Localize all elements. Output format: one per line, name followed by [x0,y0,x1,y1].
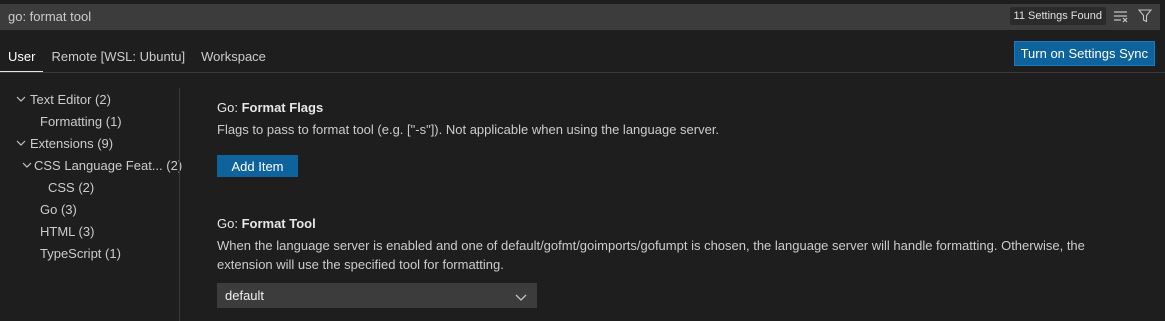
toc-item-label: Formatting (1) [40,113,122,129]
settings-scope-tabs: User Remote [WSL: Ubuntu] Workspace [0,44,274,72]
chevron-down-icon [22,160,32,170]
setting-category: Go: [217,100,242,115]
setting-title: Go: Format Tool [217,216,1117,231]
toc-item-go[interactable]: Go (3) [0,198,180,220]
toc-item-label: TypeScript (1) [40,245,121,261]
clear-filter-icon[interactable] [1112,7,1130,25]
toc-divider [179,88,180,321]
toc-item-text-editor[interactable]: Text Editor (2) [0,88,180,110]
toc-item-label: CSS (2) [48,179,95,195]
toc-item-label: CSS Language Feat... (2) [34,157,183,173]
search-actions: 11 Settings Found [1009,7,1154,25]
toc-item-label: Go (3) [40,201,77,217]
setting-description: When the language server is enabled and … [217,236,1117,274]
turn-on-settings-sync-button[interactable]: Turn on Settings Sync [1013,41,1155,66]
setting-key: Format Flags [241,100,324,115]
setting-format-flags: Go: Format Flags Flags to pass to format… [217,100,719,139]
setting-category: Go: [217,216,242,231]
setting-description-line: When the language server is enabled and … [217,238,1085,253]
toc-item-extensions[interactable]: Extensions (9) [0,132,180,154]
toc-item-html[interactable]: HTML (3) [0,220,180,242]
toc-item-label: Extensions (9) [30,135,114,151]
toc-item-typescript[interactable]: TypeScript (1) [0,242,180,264]
filter-icon[interactable] [1136,7,1154,25]
setting-description-line: extension will use the specified tool fo… [217,257,504,272]
results-count-badge: 11 Settings Found [1009,7,1106,25]
chevron-down-icon [515,290,527,305]
tabs-divider [0,72,1165,73]
toc-item-label: HTML (3) [40,223,95,239]
setting-description: Flags to pass to format tool (e.g. ["-s"… [217,122,720,137]
toc-item-label: Text Editor (2) [30,91,111,107]
setting-title: Go: Format Flags [217,100,719,115]
settings-search-bar[interactable]: go: format tool 11 Settings Found [0,4,1160,30]
chevron-down-icon [14,138,28,148]
setting-format-tool: Go: Format Tool When the language server… [217,216,1117,274]
toc-item-formatting[interactable]: Formatting (1) [0,110,180,132]
search-input[interactable]: go: format tool [8,9,91,24]
tab-user[interactable]: User [0,44,44,72]
add-item-button[interactable]: Add Item [217,155,298,177]
tab-remote-wsl[interactable]: Remote [WSL: Ubuntu] [43,44,193,72]
toc-item-css-language-features[interactable]: CSS Language Feat... (2) [0,154,183,176]
format-tool-select[interactable]: default [217,283,537,308]
setting-key: Format Tool [241,216,316,231]
settings-toc: Text Editor (2) Formatting (1) Extension… [0,88,183,264]
chevron-down-icon [14,94,28,104]
tab-workspace[interactable]: Workspace [193,44,274,72]
select-value: default [225,288,265,303]
toc-item-css[interactable]: CSS (2) [0,176,180,198]
